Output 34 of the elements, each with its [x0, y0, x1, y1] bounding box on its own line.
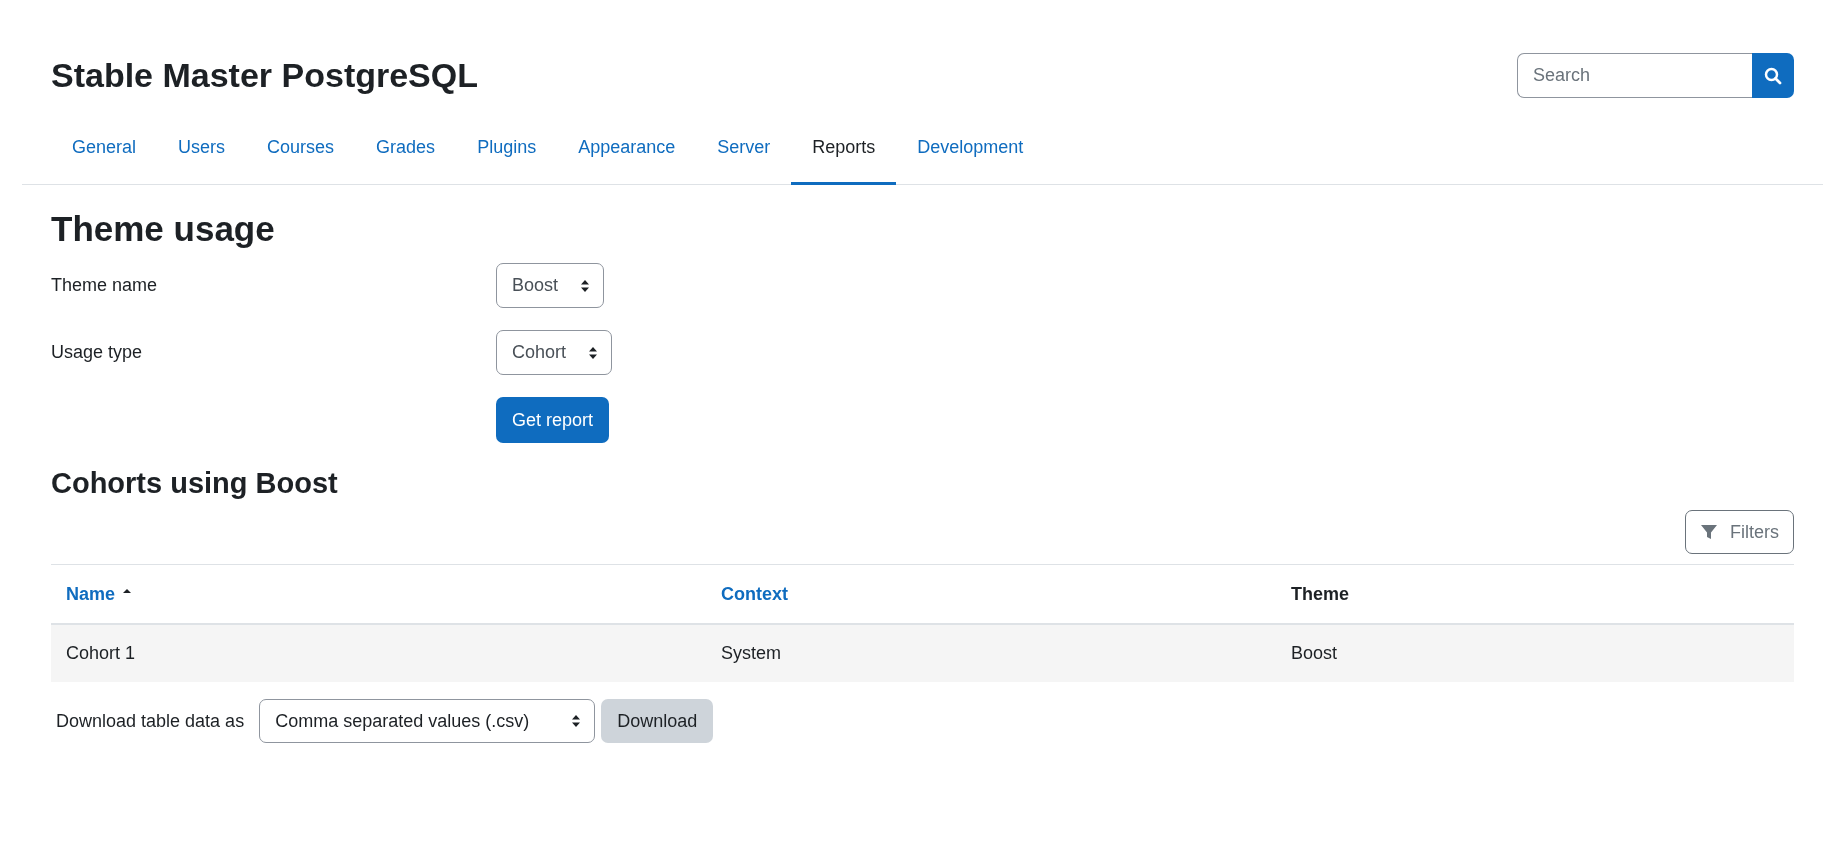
- select-arrows-icon: [571, 714, 582, 728]
- column-header: Theme: [1291, 584, 1350, 604]
- search-button[interactable]: [1752, 53, 1794, 98]
- select-arrows-icon: [588, 345, 599, 360]
- nav-tab[interactable]: Courses: [246, 122, 356, 185]
- table-cell: Boost: [1276, 624, 1794, 682]
- site-title: Stable Master PostgreSQL: [51, 56, 478, 95]
- nav-tab[interactable]: Development: [896, 122, 1045, 185]
- select-dropdown[interactable]: Cohort: [496, 330, 613, 375]
- filters-button[interactable]: Filters: [1685, 510, 1794, 554]
- table-cell: System: [706, 624, 1276, 682]
- results-heading: Cohorts using Boost: [51, 467, 339, 500]
- field-label: Theme name: [51, 275, 159, 296]
- search-field[interactable]: Search: [1517, 53, 1752, 98]
- nav-tab[interactable]: Reports: [791, 122, 897, 185]
- select-dropdown[interactable]: Boost: [496, 263, 605, 308]
- select-arrows-icon: [580, 278, 591, 293]
- filter-icon: [1700, 523, 1718, 541]
- table-cell: Cohort 1: [51, 624, 706, 682]
- search-icon: [1764, 66, 1782, 85]
- nav-tab[interactable]: Plugins: [456, 122, 558, 185]
- column-sort-link[interactable]: Context: [721, 584, 788, 604]
- page-heading: Theme usage: [51, 209, 276, 249]
- nav-tab[interactable]: General: [51, 122, 158, 185]
- download-button[interactable]: Download: [601, 699, 714, 743]
- nav-tab[interactable]: Users: [157, 122, 247, 185]
- download-label: Download table data as: [56, 710, 245, 732]
- nav-tab[interactable]: Grades: [355, 122, 457, 185]
- format-select[interactable]: Comma separated values (.csv): [259, 699, 596, 743]
- nav-tab[interactable]: Server: [696, 122, 792, 185]
- column-sort-link[interactable]: Name: [66, 584, 116, 604]
- nav-tab[interactable]: Appearance: [557, 122, 697, 185]
- get-report-button[interactable]: Get report: [496, 397, 610, 443]
- field-label: Usage type: [51, 342, 144, 363]
